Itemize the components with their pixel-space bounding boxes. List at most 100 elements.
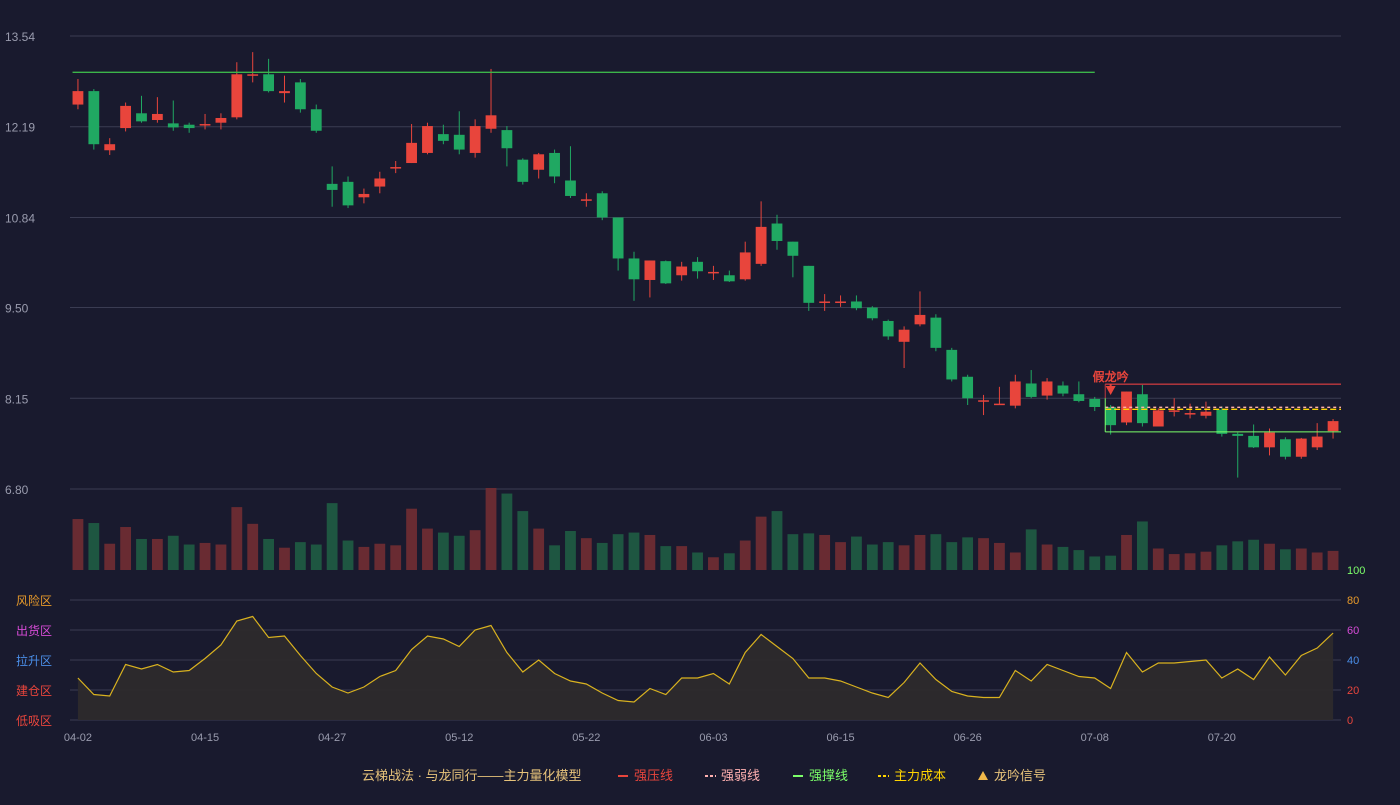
- volume-bar: [835, 542, 846, 570]
- volume-bar: [787, 534, 799, 570]
- triangle-icon: [978, 771, 988, 780]
- candle-body: [151, 113, 163, 121]
- volume-bar: [326, 503, 338, 570]
- candle-body: [1279, 439, 1291, 457]
- x-tick-label: 05-12: [445, 732, 473, 744]
- candle-body: [1089, 398, 1101, 408]
- volume-bar: [120, 527, 132, 570]
- candle-body: [279, 91, 290, 94]
- candle-body: [835, 301, 846, 303]
- candle-body: [104, 144, 116, 151]
- volume-bar: [1168, 554, 1180, 570]
- volume-bar: [485, 488, 497, 570]
- candle-body: [136, 113, 147, 122]
- volume-bar: [612, 534, 624, 570]
- x-tick-label: 04-02: [64, 732, 92, 744]
- osc-tick-label: 60: [1347, 625, 1359, 637]
- candle-body: [1041, 381, 1053, 396]
- volume-bar: [215, 544, 227, 570]
- candle-body: [612, 217, 624, 259]
- volume-bar: [151, 538, 163, 570]
- candle-body: [803, 265, 815, 303]
- volume-bar: [708, 557, 719, 570]
- x-tick-label: 06-03: [699, 732, 727, 744]
- candle-body: [580, 199, 592, 201]
- candle-body: [1184, 413, 1196, 415]
- candle-body: [294, 82, 306, 110]
- candle-body: [199, 124, 211, 126]
- volume-bar: [406, 508, 417, 570]
- volume-bar: [930, 534, 942, 570]
- legend-item-label: 龙吟信号: [994, 768, 1046, 783]
- volume-bar: [517, 511, 529, 570]
- zone-label: 拉升区: [16, 653, 52, 668]
- candle-body: [994, 403, 1005, 406]
- candle-body: [358, 193, 370, 198]
- volume-bar: [1184, 553, 1196, 570]
- oscillator: [77, 615, 1334, 720]
- candle-body: [1311, 436, 1323, 448]
- candle-body: [771, 223, 783, 241]
- legend: 云梯战法 · 与龙同行——主力量化模型 强压线 强弱线 强撑线 主力成本 龙吟信号: [362, 768, 1046, 783]
- candle-body: [231, 74, 243, 118]
- volume-bar: [946, 542, 958, 570]
- candle-body: [183, 124, 195, 129]
- x-tick-label: 07-08: [1081, 732, 1109, 744]
- candle-body: [485, 115, 497, 129]
- volume-bar: [453, 535, 465, 570]
- candle-body: [501, 130, 513, 149]
- volume-bar: [294, 542, 306, 570]
- candle-body: [549, 152, 560, 177]
- candle-body: [342, 181, 354, 206]
- signal-label: 假龙吟: [1093, 369, 1129, 384]
- x-tick-label: 06-15: [826, 732, 854, 744]
- candle-body: [437, 134, 449, 141]
- volume-bar: [247, 523, 259, 570]
- volume-bar: [660, 546, 672, 570]
- osc-tick-label: 100: [1347, 565, 1365, 577]
- candle-body: [390, 167, 402, 169]
- candle-body: [517, 159, 529, 182]
- x-tick-label: 06-26: [954, 732, 982, 744]
- volume-bar: [851, 536, 862, 570]
- volume-bar: [104, 543, 116, 570]
- volume-bar: [628, 532, 640, 570]
- candlesticks: [72, 52, 1339, 478]
- candle-body: [247, 74, 259, 76]
- zone-label: 出货区: [16, 623, 52, 638]
- volume-bar: [580, 538, 592, 570]
- candle-body: [1009, 381, 1021, 406]
- candle-body: [866, 307, 878, 319]
- volume-bar: [199, 542, 211, 570]
- candle-body: [1248, 435, 1260, 448]
- legend-item-label: 强压线: [634, 768, 673, 783]
- x-tick-label: 04-15: [191, 732, 219, 744]
- volume-bar: [962, 537, 974, 570]
- oscillator-area: [77, 616, 1334, 720]
- legend-title: 云梯战法 · 与龙同行——主力量化模型: [362, 768, 582, 783]
- candle-body: [819, 301, 831, 303]
- volume-bar: [390, 545, 402, 570]
- candle-body: [882, 320, 894, 337]
- candle-body: [422, 126, 433, 153]
- volume-bar: [1327, 550, 1339, 570]
- volume-bar: [501, 493, 513, 570]
- candle-body: [533, 154, 545, 170]
- volume-bar: [1216, 545, 1228, 570]
- volume-bar: [819, 534, 831, 570]
- volume-bar: [596, 542, 608, 570]
- zone-label: 低吸区: [16, 714, 52, 728]
- volume-bar: [1264, 543, 1275, 570]
- candle-body: [644, 260, 656, 280]
- candle-body: [1327, 421, 1339, 432]
- y-tick-label: 6.80: [5, 483, 29, 497]
- volume-bar: [167, 535, 179, 570]
- volume-bar: [310, 544, 322, 570]
- volume-bar: [279, 547, 290, 570]
- volume-bar: [358, 546, 370, 570]
- osc-tick-label: 20: [1347, 685, 1359, 697]
- candle-body: [72, 91, 84, 105]
- volume-bar: [914, 534, 926, 570]
- osc-tick-label: 80: [1347, 595, 1359, 607]
- candle-body: [1264, 432, 1275, 448]
